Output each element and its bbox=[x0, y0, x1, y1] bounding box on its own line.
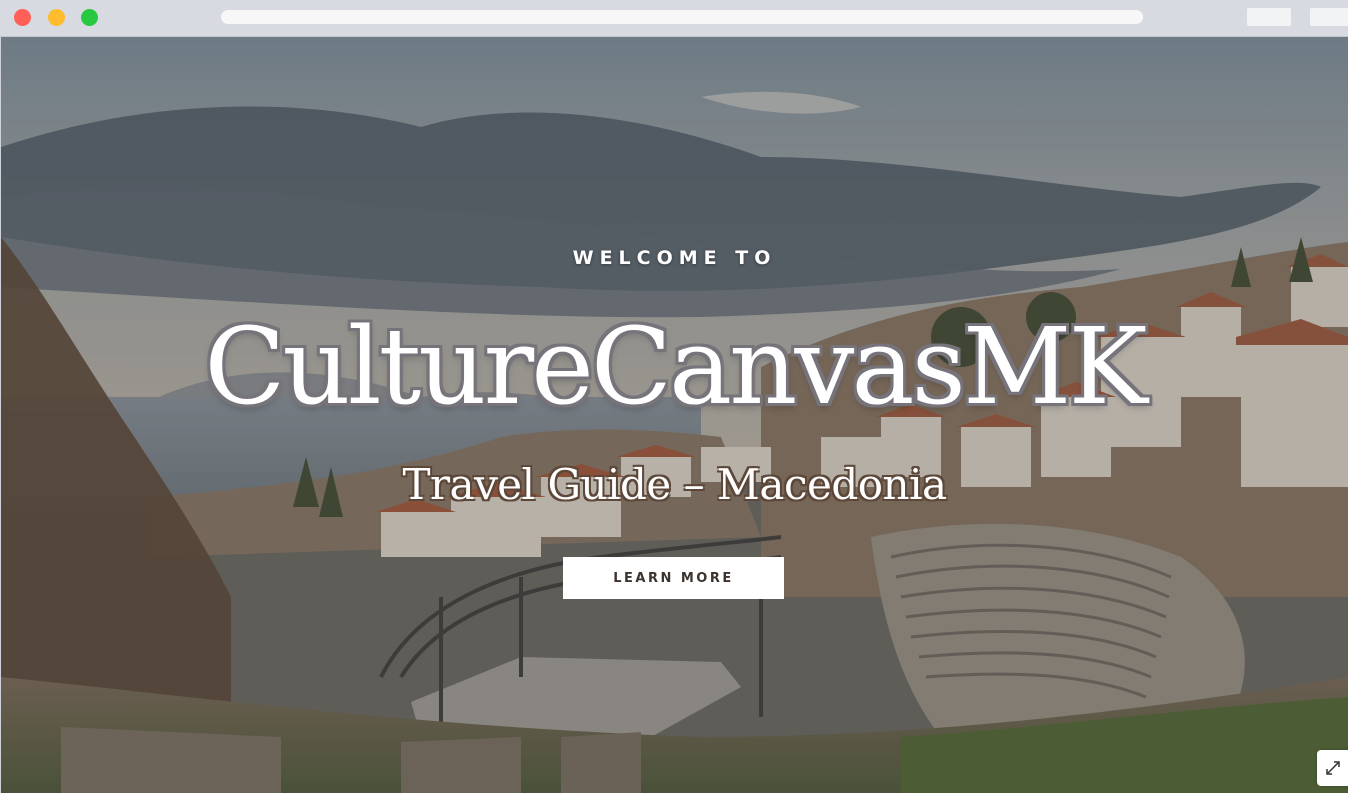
close-window-button[interactable] bbox=[14, 9, 31, 26]
toolbar-button[interactable] bbox=[1247, 8, 1291, 26]
hero-title: CultureCanvasMK bbox=[204, 305, 1147, 428]
minimize-window-button[interactable] bbox=[48, 9, 65, 26]
hero-subtitle: Travel Guide – Macedonia bbox=[402, 460, 947, 509]
expand-icon[interactable] bbox=[1317, 750, 1348, 786]
learn-more-button[interactable]: LEARN MORE bbox=[563, 557, 784, 599]
toolbar-button[interactable] bbox=[1310, 8, 1348, 26]
hero-section: WELCOME TO CultureCanvasMK Travel Guide … bbox=[1, 37, 1348, 793]
browser-toolbar bbox=[0, 0, 1348, 37]
maximize-window-button[interactable] bbox=[81, 9, 98, 26]
expand-arrows-icon bbox=[1326, 761, 1340, 775]
address-bar[interactable] bbox=[221, 10, 1143, 24]
hero-eyebrow: WELCOME TO bbox=[572, 247, 777, 269]
